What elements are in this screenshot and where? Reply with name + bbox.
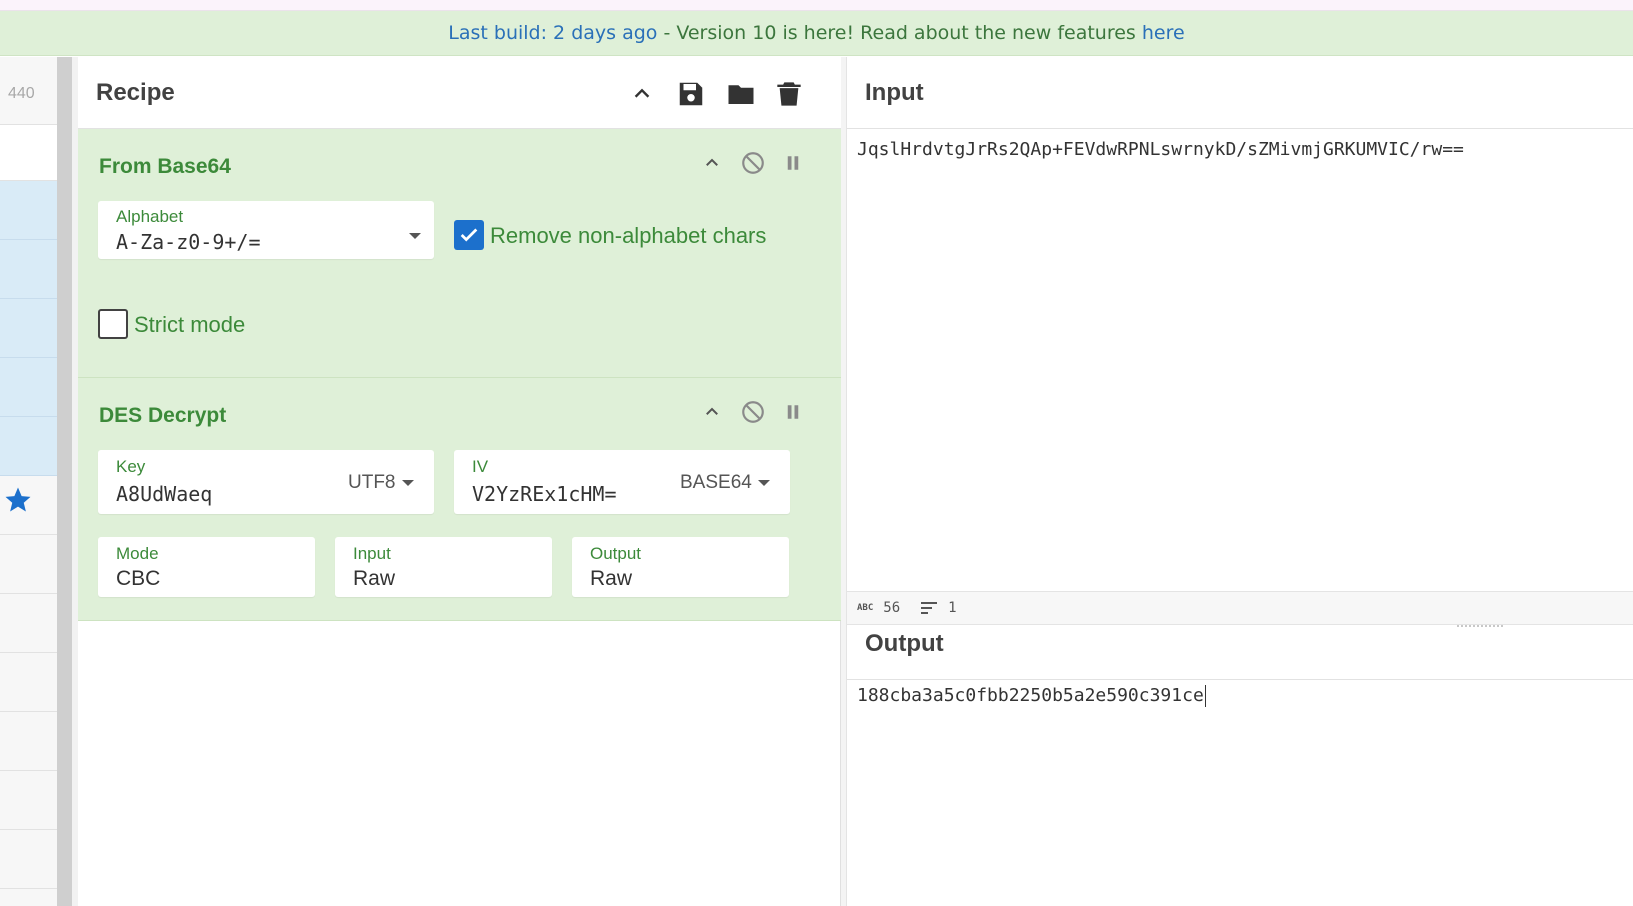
list-item-number: 440 [8, 85, 35, 102]
operations-list-strip: 440 [0, 57, 57, 906]
disable-icon[interactable] [738, 148, 768, 178]
iv-encoding-value: BASE64 [680, 472, 752, 493]
banner-message: - Version 10 is here! Read about the new… [657, 22, 1142, 44]
field-value: CBC [116, 567, 161, 590]
field-label: Output [590, 544, 642, 563]
iv-encoding-dropdown[interactable]: BASE64 [680, 472, 770, 494]
chevron-up-icon[interactable] [625, 77, 659, 111]
collapse-chevron-icon[interactable] [697, 397, 727, 427]
output-text: 188cba3a5c0fbb2250b5a2e590c391ce [857, 685, 1204, 706]
key-field[interactable]: Key A8UdWaeq UTF8 [98, 450, 434, 514]
alphabet-select[interactable]: Alphabet A-Za-z0-9+/= [98, 201, 434, 259]
recipe-panel: Recipe From Base64 Alphabet A-Za-z0-9+/=… [78, 57, 841, 906]
iv-field[interactable]: IV V2YzREx1cHM= BASE64 [454, 450, 790, 514]
output-textarea[interactable]: 188cba3a5c0fbb2250b5a2e590c391ce [857, 685, 1206, 707]
field-value: A-Za-z0-9+/= [116, 230, 261, 254]
list-item[interactable] [0, 830, 57, 889]
list-item[interactable] [0, 653, 57, 712]
list-item[interactable] [0, 712, 57, 771]
list-item[interactable] [0, 240, 57, 299]
top-edge [0, 0, 1633, 11]
mode-select[interactable]: Mode CBC [98, 537, 315, 597]
field-label: IV [472, 457, 489, 476]
input-title: Input [865, 79, 924, 106]
panel-resizer[interactable] [57, 57, 72, 906]
io-panel: Input JqslHrdvtgJrRs2QAp+FEVdwRPNLswrnyk… [847, 57, 1633, 906]
star-icon[interactable] [3, 485, 33, 515]
last-build-link[interactable]: Last build: 2 days ago [448, 22, 657, 44]
operation-des-decrypt: DES Decrypt Key A8UdWaeq UTF8 IV V2YzREx… [78, 378, 841, 621]
output-title: Output [865, 630, 944, 657]
list-item[interactable] [0, 358, 57, 417]
input-header: Input [847, 57, 1633, 129]
disable-icon[interactable] [738, 397, 768, 427]
pause-icon[interactable] [778, 148, 808, 178]
operation-title: DES Decrypt [99, 404, 227, 427]
output-header: Output [847, 608, 1633, 680]
field-value: Raw [353, 567, 396, 590]
list-item[interactable] [0, 125, 57, 181]
key-input[interactable]: A8UdWaeq [116, 482, 212, 506]
list-item[interactable] [0, 299, 57, 358]
list-item[interactable] [0, 771, 57, 830]
strict-mode-label[interactable]: Strict mode [134, 312, 245, 338]
operation-from-base64: From Base64 Alphabet A-Za-z0-9+/= Remove… [78, 129, 841, 378]
remove-nonalphabet-label[interactable]: Remove non-alphabet chars [490, 223, 766, 249]
dropdown-caret-icon [403, 227, 421, 245]
strict-mode-checkbox[interactable] [98, 309, 128, 339]
checkmark-icon [460, 228, 478, 242]
remove-nonalphabet-checkbox[interactable] [454, 220, 484, 250]
dropdown-caret-icon [757, 479, 770, 486]
recipe-header: Recipe [78, 57, 841, 129]
collapse-chevron-icon[interactable] [697, 148, 727, 178]
pause-icon[interactable] [778, 397, 808, 427]
key-encoding-dropdown[interactable]: UTF8 [348, 472, 414, 494]
key-encoding-value: UTF8 [348, 472, 396, 493]
input-format-select[interactable]: Input Raw [335, 537, 552, 597]
list-item[interactable] [0, 417, 57, 476]
list-item[interactable] [0, 181, 57, 240]
list-item[interactable]: 440 [0, 57, 57, 125]
list-item[interactable] [0, 594, 57, 653]
trash-icon[interactable] [772, 77, 806, 111]
field-label: Input [353, 544, 391, 563]
field-value: Raw [590, 567, 633, 590]
cyberchef-app: Last build: 2 days ago - Version 10 is h… [0, 0, 1633, 906]
output-format-select[interactable]: Output Raw [572, 537, 789, 597]
operation-title: From Base64 [99, 155, 231, 178]
list-item[interactable] [0, 535, 57, 594]
folder-icon[interactable] [724, 77, 758, 111]
iv-input[interactable]: V2YzREx1cHM= [472, 482, 617, 506]
field-label: Mode [116, 544, 159, 563]
field-label: Alphabet [116, 207, 184, 226]
field-label: Key [116, 457, 146, 476]
text-cursor [1204, 685, 1206, 707]
banner-here-link[interactable]: here [1142, 22, 1185, 44]
dropdown-caret-icon [401, 479, 414, 486]
recipe-title: Recipe [96, 79, 175, 106]
notification-banner: Last build: 2 days ago - Version 10 is h… [0, 11, 1633, 56]
input-textarea[interactable]: JqslHrdvtgJrRs2QAp+FEVdwRPNLswrnykD/sZMi… [857, 139, 1464, 160]
save-icon[interactable] [674, 77, 708, 111]
